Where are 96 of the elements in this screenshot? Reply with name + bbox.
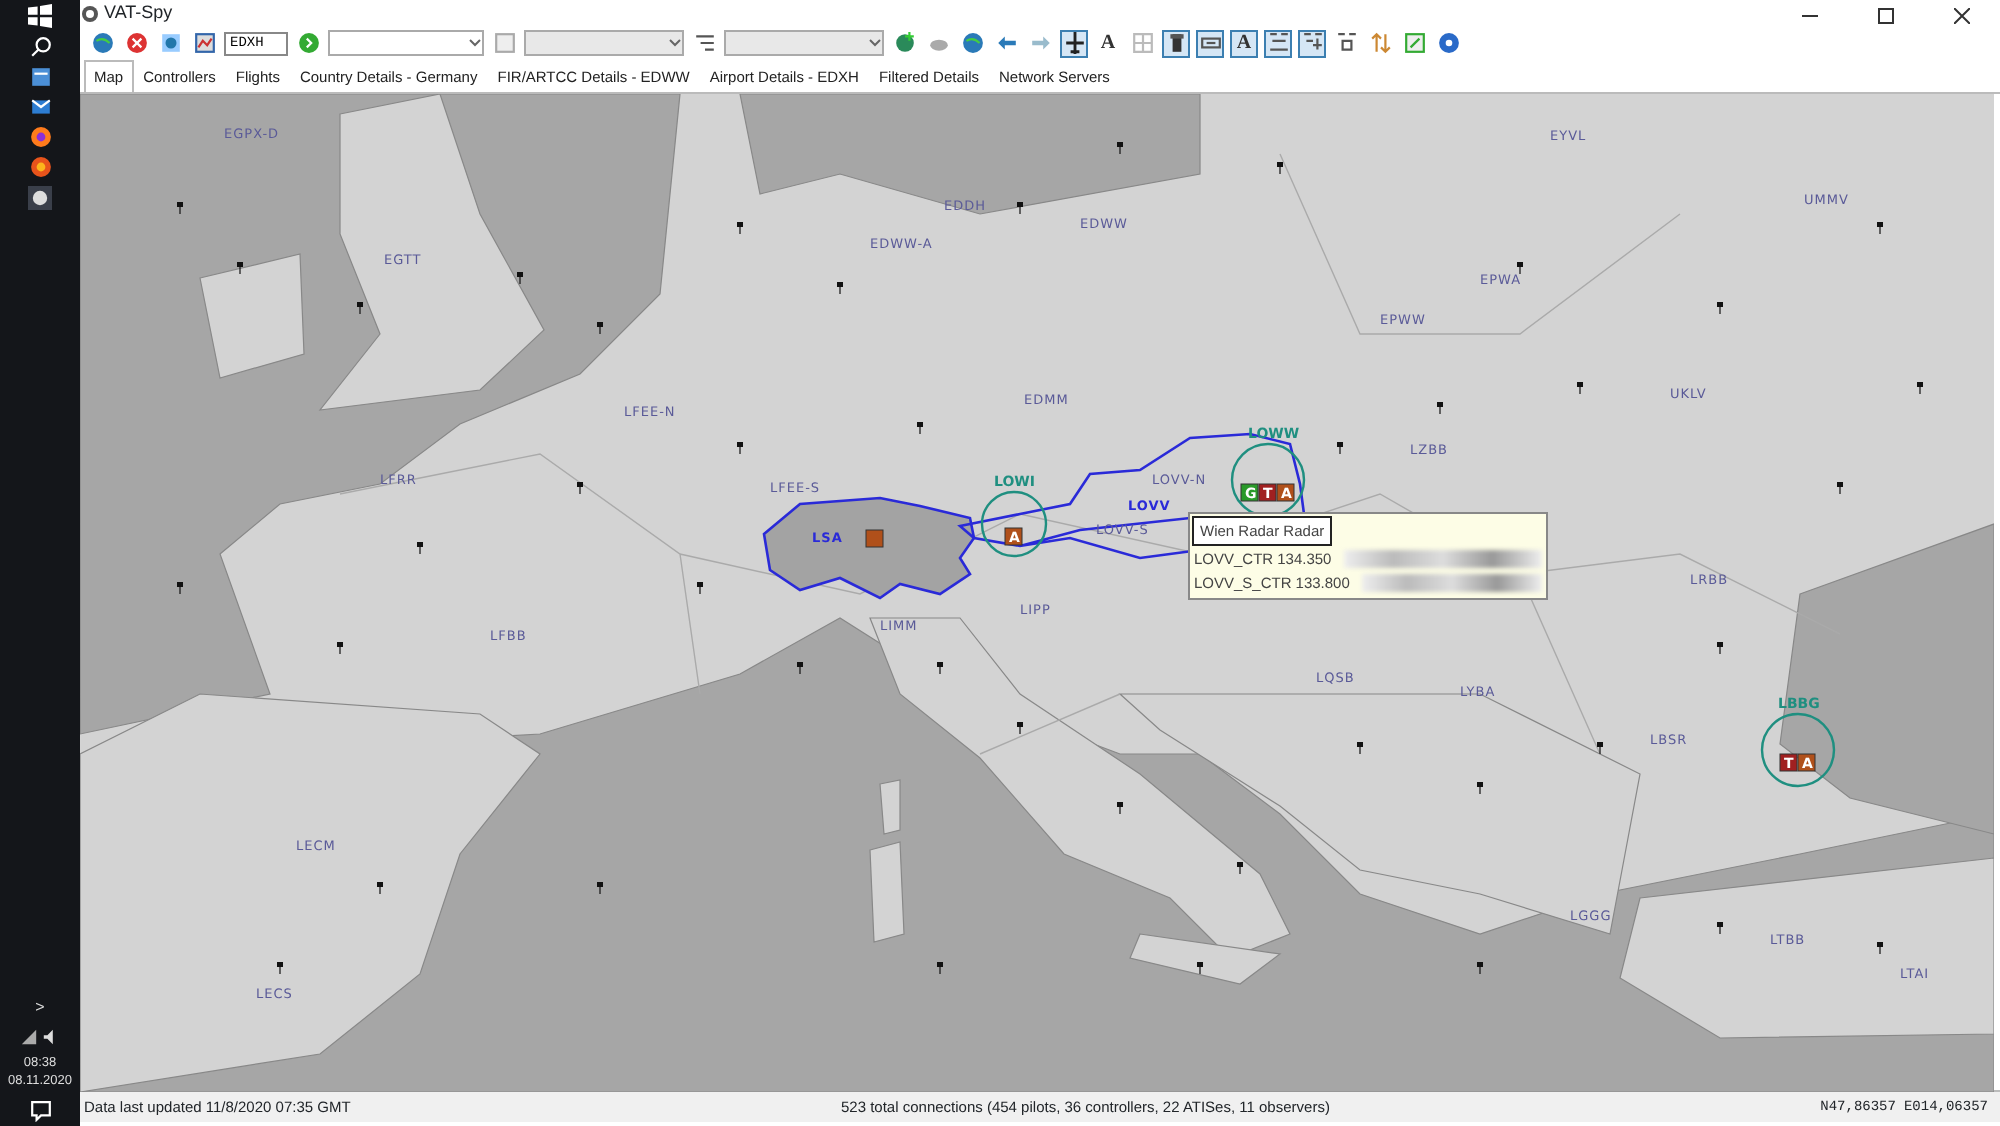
window-title: VAT-Spy xyxy=(104,0,175,26)
dash-icon xyxy=(1199,32,1221,54)
airport-marker xyxy=(1437,402,1443,415)
app-icon xyxy=(80,3,100,23)
file-manager-icon[interactable] xyxy=(29,66,51,88)
search-icon[interactable] xyxy=(29,36,51,58)
airport-marker xyxy=(1237,862,1243,875)
dropdown-field[interactable] xyxy=(328,30,484,56)
caret-icon xyxy=(668,38,682,48)
airport-marker xyxy=(1117,802,1123,815)
airport-marker xyxy=(1837,482,1843,495)
airport-marker xyxy=(1197,962,1203,975)
back-icon xyxy=(995,32,1017,54)
airport-range-circle xyxy=(980,490,1048,558)
airport-marker xyxy=(1877,942,1883,955)
grid-toggle-button[interactable] xyxy=(1128,29,1156,57)
caret-icon xyxy=(868,38,882,48)
airport-marker xyxy=(1597,742,1603,755)
airport-marker xyxy=(1337,442,1343,455)
add-map-button[interactable] xyxy=(890,29,918,57)
dropdown-field[interactable] xyxy=(724,30,884,56)
airport-marker xyxy=(417,542,423,555)
airport-marker xyxy=(1017,202,1023,215)
dropdown-field[interactable] xyxy=(524,30,684,56)
filter-icon xyxy=(693,32,715,54)
text-toggle-button[interactable]: A xyxy=(1094,29,1122,57)
airport-marker xyxy=(1477,962,1483,975)
globe-icon xyxy=(91,32,113,54)
airport-marker xyxy=(377,882,383,895)
airport-marker xyxy=(937,662,943,675)
grid-icon xyxy=(1131,32,1153,54)
airport-marker xyxy=(1877,222,1883,235)
airport-marker xyxy=(597,322,603,335)
image-icon xyxy=(193,32,215,54)
airport-range-circle xyxy=(1760,712,1836,788)
airport-marker xyxy=(697,582,703,595)
airport-marker xyxy=(937,962,943,975)
airport-marker xyxy=(1517,262,1523,275)
plane-icon xyxy=(1063,32,1085,54)
airport-marker xyxy=(517,272,523,285)
go-button[interactable] xyxy=(294,29,322,57)
browser-icon[interactable] xyxy=(29,156,51,178)
tower-icon xyxy=(1165,32,1187,54)
airport-marker xyxy=(357,302,363,315)
airport-marker xyxy=(1717,302,1723,315)
app-icon[interactable] xyxy=(28,186,52,210)
sort-icon xyxy=(1369,32,1391,54)
airport-marker xyxy=(1717,642,1723,655)
mail-icon[interactable] xyxy=(29,96,51,118)
network-icon[interactable] xyxy=(20,1027,38,1045)
airport-marker xyxy=(177,202,183,215)
stop-icon xyxy=(125,32,147,54)
text-toggle-button[interactable]: A xyxy=(1230,29,1258,57)
forward-icon xyxy=(1029,32,1051,54)
help-icon xyxy=(1437,32,1459,54)
airport-marker xyxy=(597,882,603,895)
go-icon xyxy=(297,32,319,54)
add-map-icon xyxy=(893,32,915,54)
plane-toggle-button[interactable] xyxy=(1060,29,1088,57)
airport-marker xyxy=(1357,742,1363,755)
airport-marker xyxy=(737,442,743,455)
airport-marker xyxy=(797,662,803,675)
image-button[interactable] xyxy=(190,29,218,57)
airport-marker xyxy=(237,262,243,275)
globe-button[interactable] xyxy=(88,29,116,57)
notification-icon[interactable] xyxy=(29,1100,51,1122)
airport-marker xyxy=(837,282,843,295)
airport-marker xyxy=(177,582,183,595)
maximize-icon xyxy=(1878,7,1894,24)
airport-marker xyxy=(1717,922,1723,935)
globe-icon xyxy=(961,32,983,54)
browser-icon[interactable] xyxy=(29,126,51,148)
tower-toggle-button[interactable] xyxy=(1162,29,1190,57)
airport-marker xyxy=(917,422,923,435)
airport-marker xyxy=(577,482,583,495)
airport-marker xyxy=(1917,382,1923,395)
filter-button[interactable] xyxy=(690,29,718,57)
airport-marker xyxy=(1277,162,1283,175)
close-icon xyxy=(1954,7,1970,24)
airport-marker xyxy=(1017,722,1023,735)
airport-marker xyxy=(337,642,343,655)
airport-marker xyxy=(1477,782,1483,795)
landmass xyxy=(199,253,305,379)
windows-logo-icon[interactable] xyxy=(28,4,52,28)
caret-icon xyxy=(468,38,482,48)
airport-marker xyxy=(1117,142,1123,155)
globe-button[interactable] xyxy=(958,29,986,57)
stop-button[interactable] xyxy=(122,29,150,57)
airport-marker xyxy=(737,222,743,235)
airport-marker xyxy=(277,962,283,975)
export-icon xyxy=(1403,32,1425,54)
dash-toggle-button[interactable] xyxy=(1196,29,1224,57)
export-button[interactable] xyxy=(1400,29,1428,57)
help-button[interactable] xyxy=(1434,29,1462,57)
chevron-icon[interactable]: > xyxy=(35,995,45,1019)
airport-marker xyxy=(1577,382,1583,395)
